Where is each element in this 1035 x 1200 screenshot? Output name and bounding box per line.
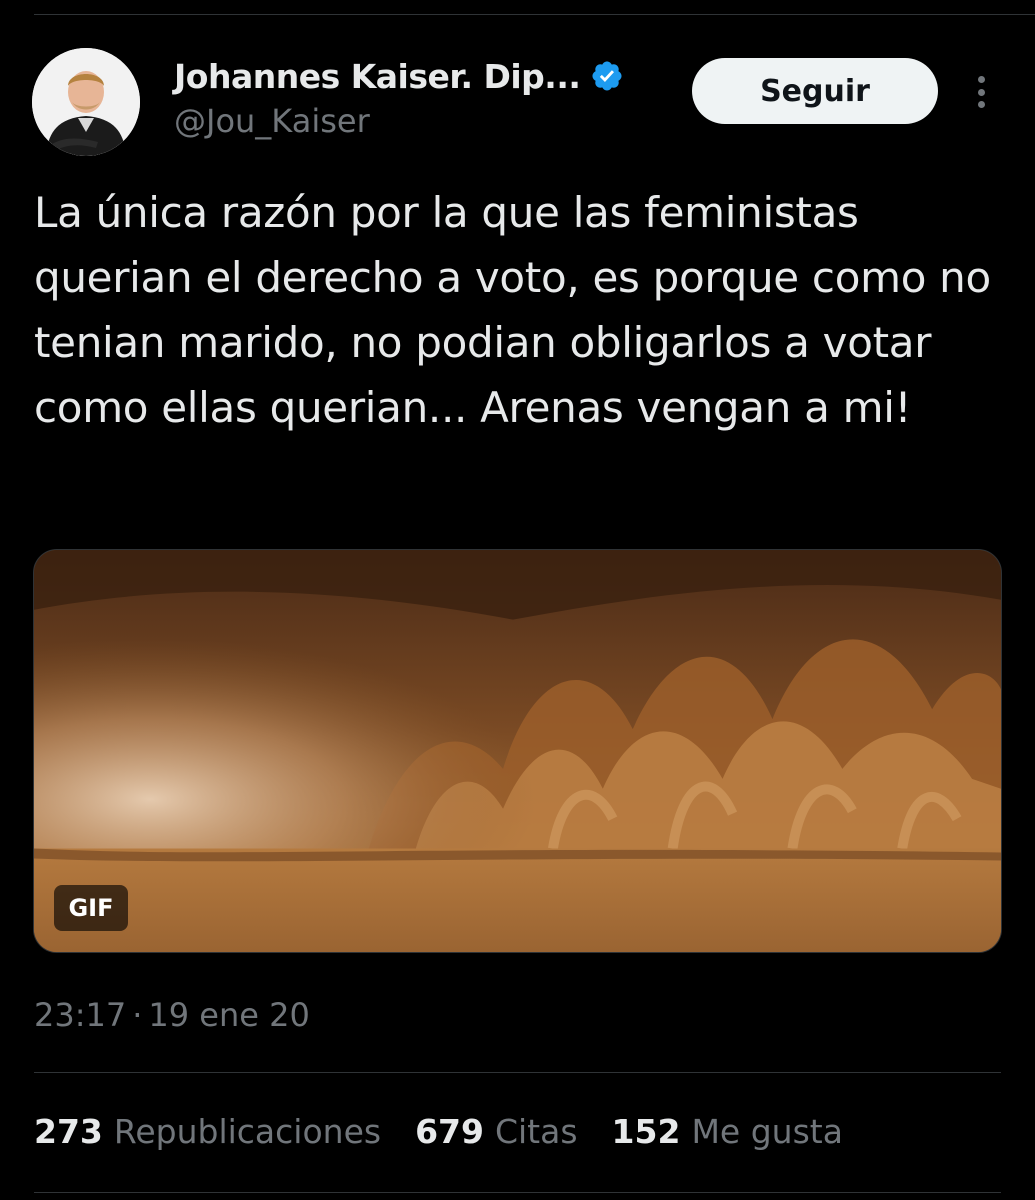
stat-count: 273 — [34, 1112, 103, 1151]
tweet-time: 23:17 — [34, 996, 127, 1034]
divider — [34, 1072, 1001, 1073]
more-dot — [977, 88, 985, 96]
follow-button[interactable]: Seguir — [692, 58, 938, 124]
author-name-row[interactable]: Johannes Kaiser. Dip... — [174, 54, 624, 98]
stat-count: 152 — [611, 1112, 681, 1151]
more-dot — [977, 76, 985, 83]
sandstorm-image — [34, 550, 1001, 952]
tweet-timestamp[interactable]: 23:17 · 19 ene 20 — [34, 996, 310, 1034]
avatar-image — [32, 48, 140, 156]
timestamp-separator: · — [132, 996, 143, 1034]
engagement-stats: 273 Republicaciones 679 Citas 152 Me gus… — [34, 1112, 877, 1151]
tweet-media-gif[interactable] — [33, 549, 1002, 953]
avatar[interactable] — [32, 48, 140, 156]
more-options-icon[interactable] — [966, 72, 996, 112]
top-divider — [34, 14, 1035, 15]
stat-label: Citas — [494, 1112, 578, 1151]
stat-label: Republicaciones — [113, 1112, 382, 1151]
stat-quotes[interactable]: 679 Citas — [415, 1112, 577, 1151]
author-display-name[interactable]: Johannes Kaiser. Dip... — [174, 57, 581, 96]
stat-count: 679 — [415, 1112, 484, 1151]
stat-likes[interactable]: 152 Me gusta — [612, 1112, 843, 1151]
tweet-text: La única razón por la que las feministas… — [34, 188, 991, 432]
stat-label: Me gusta — [691, 1112, 843, 1151]
divider — [34, 1192, 1001, 1193]
gif-badge: GIF — [54, 885, 128, 931]
more-dot — [977, 101, 985, 108]
author-handle[interactable]: @Jou_Kaiser — [174, 102, 370, 140]
stat-reposts[interactable]: 273 Republicaciones — [34, 1112, 381, 1151]
tweet-date: 19 ene 20 — [148, 996, 310, 1034]
verified-badge-icon — [590, 59, 624, 93]
